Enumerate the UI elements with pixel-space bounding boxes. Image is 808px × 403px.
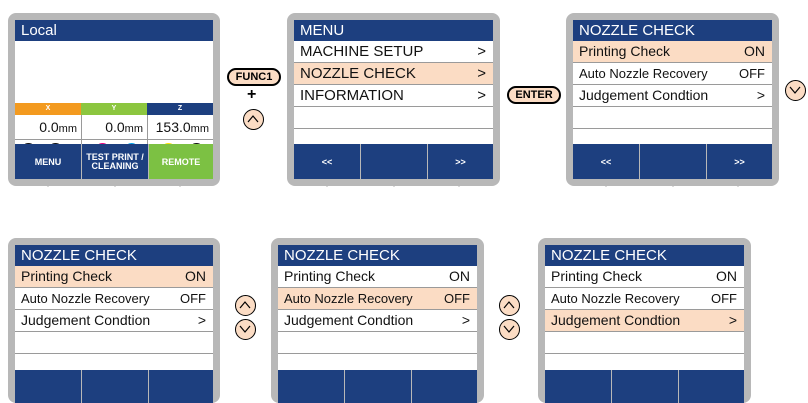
- function-key-1[interactable]: [545, 370, 611, 403]
- up-arrow-icon: [503, 301, 515, 309]
- nozzle-empty-row: [15, 332, 213, 354]
- menu-item-information[interactable]: INFORMATION >: [294, 85, 493, 107]
- z-coordinate: 153.0mm: [147, 115, 213, 139]
- nozzle-function-key-bar: [545, 370, 744, 403]
- axis-strip: X Y Z: [15, 103, 213, 115]
- function-key-1[interactable]: [15, 370, 81, 403]
- up-arrow-icon: [247, 115, 259, 123]
- func1-key[interactable]: FUNC1: [227, 68, 281, 86]
- menu-title: MENU: [294, 20, 493, 41]
- menu-key[interactable]: MENU: [15, 144, 81, 179]
- nozzle-function-key-bar: [278, 370, 477, 403]
- function-key-2[interactable]: [81, 370, 148, 403]
- function-key-1[interactable]: [278, 370, 344, 403]
- function-key-2[interactable]: [344, 370, 411, 403]
- menu-screen-panel: MENU MACHINE SETUP > NOZZLE CHECK > INFORM…: [287, 13, 500, 187]
- nozzle-empty-row: [573, 107, 772, 129]
- nozzle-function-key-bar: [15, 370, 213, 403]
- menu-function-key-bar: << >>: [294, 144, 493, 179]
- key-notch: [733, 182, 743, 187]
- local-screen: Local X Y Z 0.0mm 0.0mm 153.0mm W CL M C…: [15, 20, 213, 179]
- auto-nozzle-recovery-item[interactable]: Auto Nozzle Recovery OFF: [15, 288, 213, 310]
- judgement-condition-item[interactable]: Judgement Condtion >: [278, 310, 477, 332]
- judgement-condition-item[interactable]: Judgement Condtion >: [573, 85, 772, 107]
- x-coordinate: 0.0mm: [39, 119, 77, 135]
- nozzle-screen-panel-3: NOZZLE CHECK Printing Check ON Auto Nozzl…: [271, 238, 484, 403]
- nozzle-empty-row: [545, 332, 744, 354]
- z-unit: mm: [190, 123, 209, 135]
- up-arrow-icon: [239, 301, 251, 309]
- prev-key[interactable]: <<: [294, 144, 360, 179]
- key-notch: [175, 182, 185, 187]
- key-notch: [110, 182, 120, 187]
- nozzle-title: NOZZLE CHECK: [15, 245, 213, 266]
- down-key[interactable]: [785, 80, 806, 101]
- down-arrow-icon: [239, 325, 251, 333]
- menu-item-machine-setup[interactable]: MACHINE SETUP >: [294, 41, 493, 63]
- plus-sign: +: [247, 86, 257, 103]
- down-key[interactable]: [235, 319, 256, 340]
- key-notch: [668, 182, 678, 187]
- local-function-key-bar: MENU TEST PRINT / CLEANING REMOTE: [15, 144, 213, 179]
- auto-nozzle-recovery-item[interactable]: Auto Nozzle Recovery OFF: [545, 288, 744, 310]
- key-notch: [454, 182, 464, 187]
- next-key[interactable]: >>: [427, 144, 493, 179]
- auto-nozzle-recovery-item[interactable]: Auto Nozzle Recovery OFF: [278, 288, 477, 310]
- nozzle-screen-3: NOZZLE CHECK Printing Check ON Auto Nozzl…: [278, 245, 477, 403]
- z-axis-label: Z: [147, 103, 213, 115]
- printing-check-item[interactable]: Printing Check ON: [15, 266, 213, 288]
- blank-key[interactable]: [639, 144, 706, 179]
- auto-nozzle-recovery-item[interactable]: Auto Nozzle Recovery OFF: [573, 63, 772, 85]
- test-print-cleaning-key[interactable]: TEST PRINT / CLEANING: [81, 144, 148, 179]
- printing-check-item[interactable]: Printing Check ON: [545, 266, 744, 288]
- down-key[interactable]: [499, 319, 520, 340]
- nozzle-screen-4: NOZZLE CHECK Printing Check ON Auto Nozzl…: [545, 245, 744, 403]
- next-key[interactable]: >>: [706, 144, 772, 179]
- function-key-3[interactable]: [148, 370, 213, 403]
- up-key[interactable]: [235, 295, 256, 316]
- judgement-condition-item[interactable]: Judgement Condtion >: [545, 310, 744, 332]
- enter-key[interactable]: ENTER: [507, 86, 561, 104]
- nozzle-screen-panel-4: NOZZLE CHECK Printing Check ON Auto Nozzl…: [538, 238, 751, 403]
- y-unit: mm: [124, 123, 143, 135]
- up-key[interactable]: [243, 109, 264, 130]
- down-arrow-icon: [503, 325, 515, 333]
- function-key-3[interactable]: [678, 370, 744, 403]
- nozzle-empty-row: [278, 332, 477, 354]
- nozzle-screen-panel-1: NOZZLE CHECK Printing Check ON Auto Nozzl…: [566, 13, 779, 187]
- y-coordinate: 0.0mm: [81, 115, 147, 139]
- x-axis-label: X: [15, 103, 81, 115]
- nozzle-title: NOZZLE CHECK: [573, 20, 772, 41]
- nozzle-screen-panel-2: NOZZLE CHECK Printing Check ON Auto Nozzl…: [8, 238, 220, 403]
- key-notch: [322, 182, 332, 187]
- nozzle-title: NOZZLE CHECK: [545, 245, 744, 266]
- menu-item-nozzle-check[interactable]: NOZZLE CHECK >: [294, 63, 493, 85]
- nozzle-title: NOZZLE CHECK: [278, 245, 477, 266]
- local-screen-panel: Local X Y Z 0.0mm 0.0mm 153.0mm W CL M C…: [8, 13, 220, 187]
- remote-key[interactable]: REMOTE: [148, 144, 213, 179]
- local-title: Local: [15, 20, 213, 41]
- down-arrow-icon: [789, 86, 801, 94]
- prev-key[interactable]: <<: [573, 144, 639, 179]
- up-key[interactable]: [499, 295, 520, 316]
- key-notch: [43, 182, 53, 187]
- printing-check-item[interactable]: Printing Check ON: [573, 41, 772, 63]
- x-unit: mm: [58, 123, 77, 135]
- judgement-condition-item[interactable]: Judgement Condtion >: [15, 310, 213, 332]
- function-key-3[interactable]: [411, 370, 477, 403]
- key-notch: [389, 182, 399, 187]
- key-notch: [601, 182, 611, 187]
- menu-screen: MENU MACHINE SETUP > NOZZLE CHECK > INFORM…: [294, 20, 493, 179]
- menu-empty-row: [294, 107, 493, 129]
- function-key-2[interactable]: [611, 370, 678, 403]
- printing-check-item[interactable]: Printing Check ON: [278, 266, 477, 288]
- nozzle-screen-1: NOZZLE CHECK Printing Check ON Auto Nozzl…: [573, 20, 772, 179]
- nozzle-screen-2: NOZZLE CHECK Printing Check ON Auto Nozzl…: [15, 245, 213, 403]
- nozzle-function-key-bar: << >>: [573, 144, 772, 179]
- y-axis-label: Y: [81, 103, 147, 115]
- blank-key[interactable]: [360, 144, 427, 179]
